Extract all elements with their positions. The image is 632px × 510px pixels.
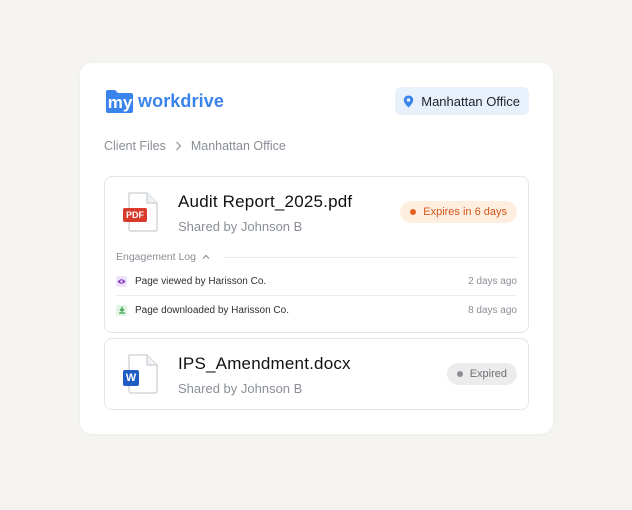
pdf-badge-text: PDF: [126, 210, 144, 220]
download-icon: [116, 304, 127, 316]
status-label: Expires in 6 days: [423, 206, 507, 218]
chevron-up-icon: [202, 254, 210, 260]
pdf-file-icon: PDF: [123, 192, 159, 232]
file-card-ips-amendment[interactable]: W IPS_Amendment.docx Shared by Johnson B…: [104, 338, 529, 410]
location-chip[interactable]: Manhattan Office: [395, 87, 529, 115]
breadcrumb: Client Files Manhattan Office: [104, 138, 286, 154]
status-label: Expired: [469, 368, 507, 380]
file-card-audit-report[interactable]: PDF Audit Report_2025.pdf Shared by John…: [104, 176, 529, 333]
log-entry-text: Page downloaded by Harisson Co.: [135, 304, 289, 316]
log-entry-text: Page viewed by Harisson Co.: [135, 276, 267, 287]
log-entry: Page viewed by Harisson Co. 2 days ago: [116, 268, 517, 296]
status-badge: Expires in 6 days: [400, 201, 517, 223]
status-dot: [456, 371, 463, 377]
status-dot: [410, 209, 417, 215]
shared-by: Shared by Johnson B: [178, 219, 303, 234]
breadcrumb-item-manhattan-office[interactable]: Manhattan Office: [191, 139, 286, 153]
map-pin-icon: [403, 95, 414, 108]
file-name[interactable]: Audit Report_2025.pdf: [178, 192, 352, 212]
log-entry-time: 2 days ago: [468, 276, 517, 287]
location-label: Manhattan Office: [421, 93, 520, 109]
divider: [224, 256, 517, 258]
workdrive-logo[interactable]: my workdrive: [104, 88, 224, 114]
log-entry-time: 8 days ago: [468, 304, 517, 316]
logo-my-text: my: [107, 92, 133, 112]
breadcrumb-item-client-files[interactable]: Client Files: [104, 139, 166, 153]
engagement-log-title: Engagement Log: [116, 251, 196, 263]
shared-files-panel: my workdrive Manhattan Office Client Fil…: [80, 63, 553, 434]
status-badge: Expired: [446, 363, 517, 385]
shared-by: Shared by Johnson B: [178, 381, 303, 396]
logo-wordmark: workdrive: [138, 90, 224, 111]
folder-logo-icon: my: [104, 89, 135, 114]
log-entry: Page downloaded by Harisson Co. 8 days a…: [116, 296, 517, 324]
file-name[interactable]: IPS_Amendment.docx: [178, 354, 351, 374]
chevron-right-icon: [175, 141, 182, 151]
eye-icon: [116, 276, 127, 287]
word-badge-text: W: [125, 372, 137, 384]
engagement-log-toggle[interactable]: Engagement Log: [116, 250, 517, 264]
word-file-icon: W: [123, 354, 159, 394]
